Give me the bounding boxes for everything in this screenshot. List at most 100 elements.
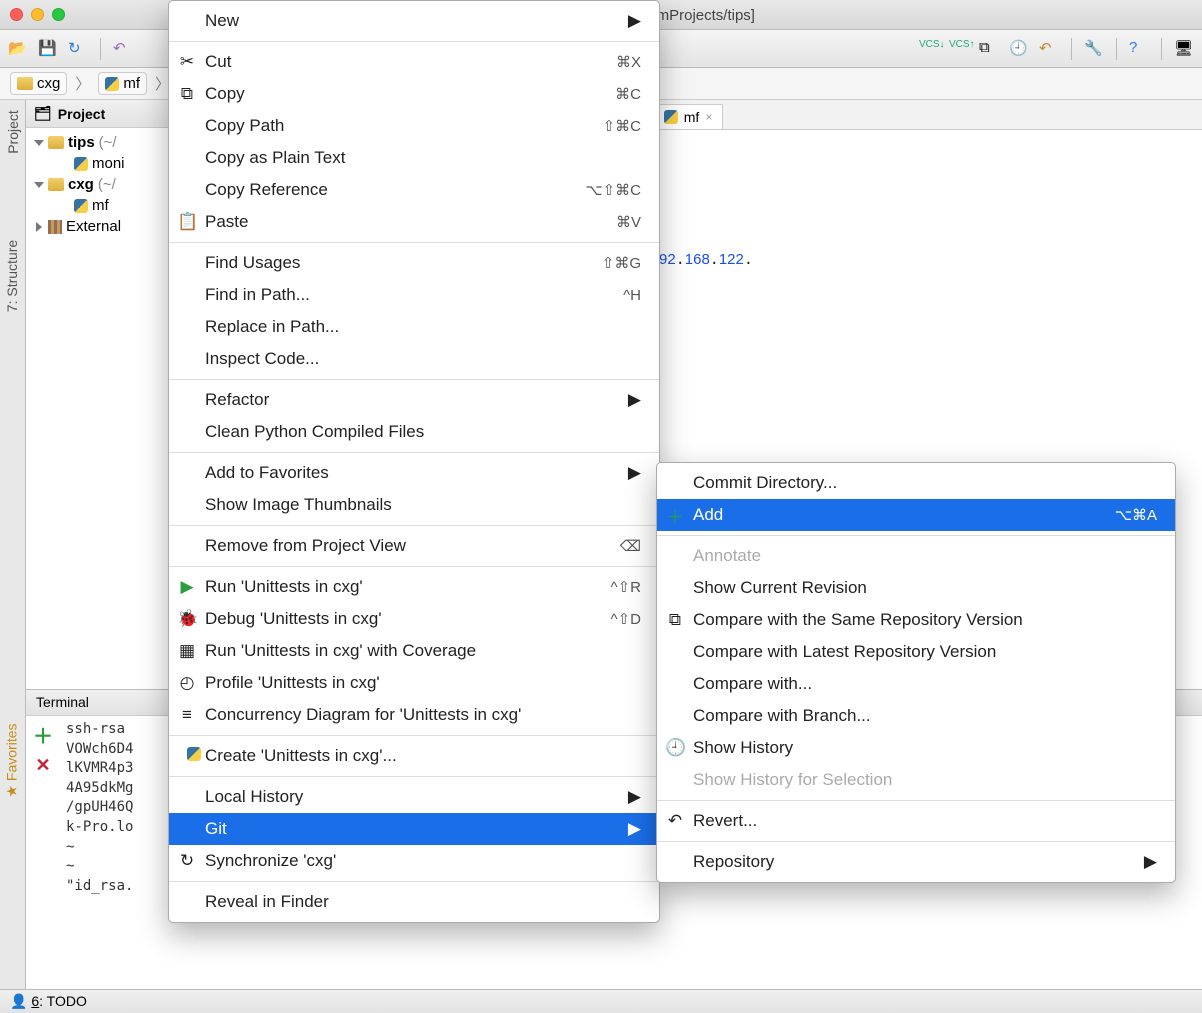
- terminal-close-button[interactable]: ✕: [35, 755, 50, 776]
- menu-item[interactable]: Copy Path⇧⌘C: [169, 110, 659, 142]
- menu-item[interactable]: Git▶: [169, 813, 659, 845]
- menu-item[interactable]: ⧉Copy⌘C: [169, 78, 659, 110]
- breadcrumb-seg-2[interactable]: mf: [98, 72, 147, 95]
- menu-item-label: Show Current Revision: [693, 578, 867, 598]
- history-icon[interactable]: 🕘: [1009, 39, 1029, 59]
- menu-item-label: Copy Reference: [205, 180, 328, 200]
- menu-item[interactable]: ◴Profile 'Unittests in cxg': [169, 667, 659, 699]
- menu-item: Show History for Selection: [657, 764, 1175, 796]
- menu-item-label: Commit Directory...: [693, 473, 837, 493]
- folder-icon: [17, 77, 33, 90]
- terminal-side-toolbar: ＋ ✕: [26, 690, 60, 989]
- menu-item[interactable]: Compare with Branch...: [657, 700, 1175, 732]
- python-icon: [177, 746, 197, 766]
- close-tab-button[interactable]: ×: [705, 110, 712, 124]
- menu-item-label: Paste: [205, 212, 248, 232]
- device-icon[interactable]: 🖥: [1174, 39, 1194, 59]
- save-icon[interactable]: 💾: [38, 39, 58, 59]
- menu-item-label: Run 'Unittests in cxg' with Coverage: [205, 641, 476, 661]
- menu-item-label: Create 'Unittests in cxg'...: [205, 746, 397, 766]
- context-menu-main: New▶✂Cut⌘X⧉Copy⌘CCopy Path⇧⌘CCopy as Pla…: [168, 0, 660, 923]
- vcs-down-icon[interactable]: VCS↑: [949, 39, 969, 59]
- menu-icon: ▶: [177, 577, 197, 597]
- menu-item[interactable]: Create 'Unittests in cxg'...: [169, 740, 659, 772]
- sync-icon[interactable]: ↻: [68, 39, 88, 59]
- menu-item-label: Debug 'Unittests in cxg': [205, 609, 382, 629]
- menu-item-label: Inspect Code...: [205, 349, 319, 369]
- submenu-arrow-icon: ▶: [1144, 852, 1157, 872]
- maximize-window-button[interactable]: [52, 8, 65, 21]
- menu-item-label: Concurrency Diagram for 'Unittests in cx…: [205, 705, 521, 725]
- minimize-window-button[interactable]: [31, 8, 44, 21]
- menu-item[interactable]: Add to Favorites▶: [169, 457, 659, 489]
- disclosure-icon[interactable]: [34, 140, 44, 146]
- menu-item[interactable]: Show Current Revision: [657, 572, 1175, 604]
- menu-item[interactable]: ↻Synchronize 'cxg': [169, 845, 659, 877]
- menu-item[interactable]: Find Usages⇧⌘G: [169, 247, 659, 279]
- menu-item[interactable]: Copy Reference ⌥⇧⌘C: [169, 174, 659, 206]
- menu-item[interactable]: Compare with...: [657, 668, 1175, 700]
- menu-item-label: Compare with Latest Repository Version: [693, 642, 996, 662]
- menu-item[interactable]: ✂Cut⌘X: [169, 46, 659, 78]
- todo-indicator[interactable]: 👤 6: TODO: [10, 993, 87, 1010]
- sidebar-tab-structure[interactable]: 7: Structure: [1, 234, 25, 318]
- help-icon[interactable]: ?: [1129, 39, 1149, 59]
- vcs-up-icon[interactable]: VCS↓: [919, 39, 939, 59]
- revert-icon[interactable]: ↶: [1039, 39, 1059, 59]
- menu-item-label: Revert...: [693, 811, 757, 831]
- menu-item[interactable]: ⧉Compare with the Same Repository Versio…: [657, 604, 1175, 636]
- menu-item[interactable]: Repository▶: [657, 846, 1175, 878]
- open-icon[interactable]: 📂: [8, 39, 28, 59]
- menu-item-label: Run 'Unittests in cxg': [205, 577, 363, 597]
- menu-item[interactable]: Remove from Project View⌫: [169, 530, 659, 562]
- menu-item[interactable]: Commit Directory...: [657, 467, 1175, 499]
- menu-item[interactable]: Compare with Latest Repository Version: [657, 636, 1175, 668]
- menu-item[interactable]: Inspect Code...: [169, 343, 659, 375]
- left-gutter: Project 7: Structure ★ Favorites: [0, 100, 26, 989]
- menu-item[interactable]: ▦Run 'Unittests in cxg' with Coverage: [169, 635, 659, 667]
- menu-item[interactable]: Reveal in Finder: [169, 886, 659, 918]
- menu-item[interactable]: 🕘Show History: [657, 732, 1175, 764]
- menu-item[interactable]: ↶Revert...: [657, 805, 1175, 837]
- box-icon[interactable]: ⧉: [979, 39, 999, 59]
- breadcrumb-seg-1[interactable]: cxg: [10, 72, 67, 95]
- shortcut-label: ⌥⇧⌘C: [585, 181, 641, 199]
- menu-item-label: Copy as Plain Text: [205, 148, 345, 168]
- menu-item[interactable]: 🐞Debug 'Unittests in cxg'^⇧D: [169, 603, 659, 635]
- menu-item[interactable]: Refactor▶: [169, 384, 659, 416]
- menu-item-label: Cut: [205, 52, 231, 72]
- menu-item-label: New: [205, 11, 239, 31]
- sidebar-tab-project[interactable]: Project: [1, 104, 25, 160]
- menu-item[interactable]: Replace in Path...: [169, 311, 659, 343]
- menu-item[interactable]: 📋Paste⌘V: [169, 206, 659, 238]
- menu-item[interactable]: ▶Run 'Unittests in cxg'^⇧R: [169, 571, 659, 603]
- menu-icon: ◴: [177, 673, 197, 693]
- menu-item[interactable]: New▶: [169, 5, 659, 37]
- menu-item-label: Show History for Selection: [693, 770, 892, 790]
- menu-item[interactable]: Find in Path...^H: [169, 279, 659, 311]
- python-icon: [74, 157, 88, 171]
- terminal-add-button[interactable]: ＋: [33, 720, 53, 749]
- menu-item-label: Remove from Project View: [205, 536, 406, 556]
- sidebar-tab-favorites[interactable]: ★ Favorites: [0, 717, 25, 803]
- python-icon: [664, 110, 678, 124]
- menu-item[interactable]: Copy as Plain Text: [169, 142, 659, 174]
- menu-item[interactable]: Local History▶: [169, 781, 659, 813]
- disclosure-icon[interactable]: [36, 222, 42, 232]
- close-window-button[interactable]: [10, 8, 23, 21]
- menu-item[interactable]: ≡ Concurrency Diagram for 'Unittests in c…: [169, 699, 659, 731]
- menu-item[interactable]: Show Image Thumbnails: [169, 489, 659, 521]
- menu-icon: 🕘: [665, 738, 685, 758]
- submenu-arrow-icon: ▶: [628, 819, 641, 839]
- menu-item-label: Replace in Path...: [205, 317, 339, 337]
- menu-item[interactable]: Clean Python Compiled Files: [169, 416, 659, 448]
- undo-icon[interactable]: ↶: [113, 39, 133, 59]
- disclosure-icon[interactable]: [34, 182, 44, 188]
- settings-icon[interactable]: 🔧: [1084, 39, 1104, 59]
- menu-icon: ≡: [177, 705, 197, 725]
- menu-item[interactable]: ＋Add⌥⌘A: [657, 499, 1175, 531]
- folder-icon: [48, 178, 64, 191]
- submenu-arrow-icon: ▶: [628, 787, 641, 807]
- editor-tab[interactable]: mf ×: [653, 104, 724, 129]
- python-icon: [105, 77, 119, 91]
